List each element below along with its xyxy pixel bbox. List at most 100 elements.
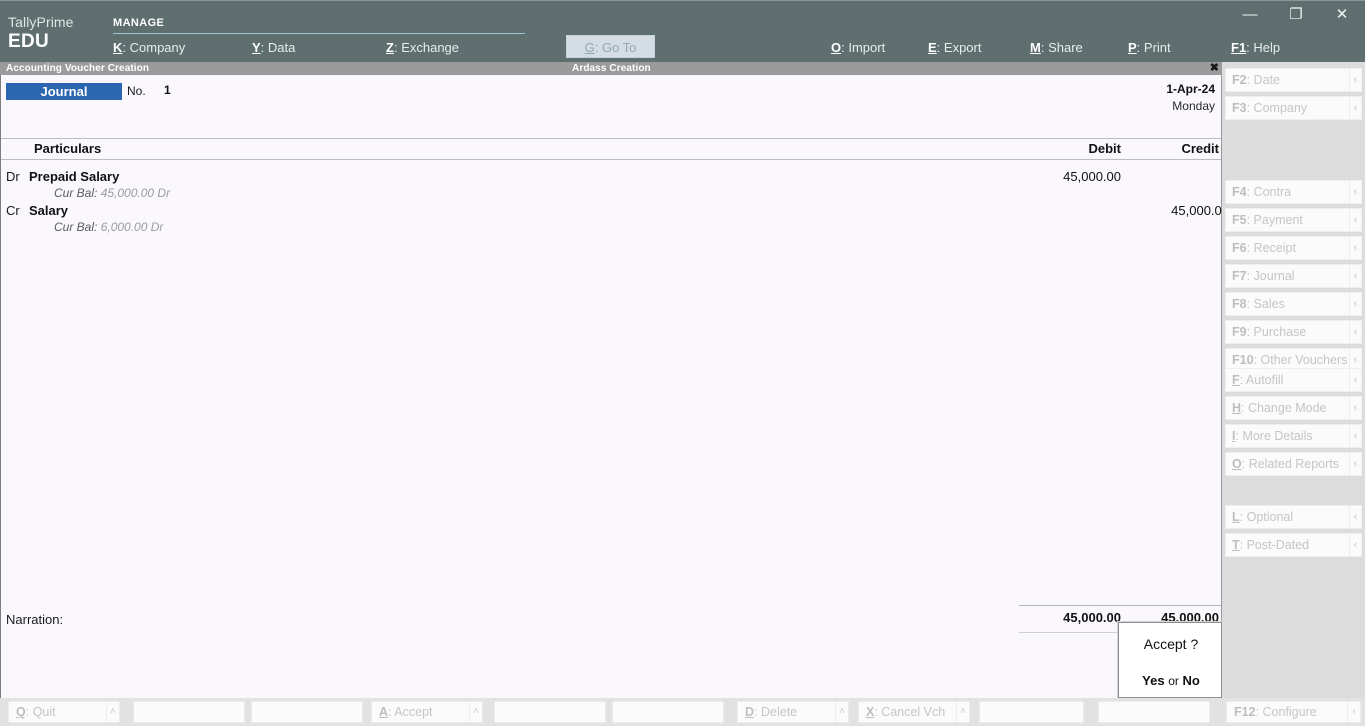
maximize-icon[interactable]: ❐: [1274, 2, 1318, 28]
top-menu-item-print[interactable]: P: Print: [1128, 40, 1171, 55]
accept-yes-button[interactable]: Yes: [1142, 673, 1164, 688]
voucher-entry-row[interactable]: Dr Prepaid Salary 45,000.00: [1, 169, 1221, 186]
sidebar-button-label: F4: Contra: [1226, 185, 1349, 199]
sidebar-label-text: Date: [1253, 73, 1280, 87]
entry-current-balance: Cur Bal: 6,000.00 Dr: [54, 220, 163, 234]
chevron-left-icon[interactable]: ‹: [1349, 369, 1361, 391]
sidebar-label-text: Company: [1253, 101, 1308, 115]
sidebar-hotkey: H: [1232, 401, 1242, 415]
chevron-left-icon[interactable]: ‹: [1349, 69, 1361, 91]
chevron-left-icon[interactable]: ‹: [1349, 181, 1361, 203]
menu-label: Company: [129, 40, 186, 55]
chevron-left-icon[interactable]: ‹: [1349, 321, 1361, 343]
bottom-button-configure[interactable]: F12: Configure ‹: [1226, 701, 1361, 723]
voucher-date[interactable]: 1-Apr-24: [1166, 82, 1215, 96]
sidebar-button-contra[interactable]: F4: Contra ‹: [1225, 180, 1362, 204]
sidebar-button-more-details[interactable]: I: More Details ‹: [1225, 424, 1362, 448]
bottom-button-empty-9: [1098, 701, 1210, 723]
bottom-button-accept[interactable]: A: Accept ˄: [371, 701, 483, 723]
sidebar-function-key: F5: [1232, 213, 1247, 227]
entry-ledger-name[interactable]: Prepaid Salary: [29, 169, 119, 184]
chevron-left-icon[interactable]: ‹: [1347, 702, 1360, 722]
chevron-left-icon[interactable]: ‹: [1349, 534, 1361, 556]
chevron-left-icon[interactable]: ‹: [1349, 425, 1361, 447]
top-menu-item-data[interactable]: Y: Data: [252, 40, 295, 55]
sidebar-button-optional[interactable]: L: Optional ‹: [1225, 505, 1362, 529]
top-menu-item-export[interactable]: E: Export: [928, 40, 981, 55]
sidebar-button-receipt[interactable]: F6: Receipt ‹: [1225, 236, 1362, 260]
sidebar-function-key: F9: [1232, 325, 1247, 339]
sidebar-label-text: Receipt: [1253, 241, 1296, 255]
screen-title: Accounting Voucher Creation: [6, 63, 150, 74]
bottom-button-quit[interactable]: Q: Quit ˄: [8, 701, 120, 723]
sidebar-button-post-dated[interactable]: T: Post-Dated ‹: [1225, 533, 1362, 557]
close-screen-icon[interactable]: ✖: [1210, 61, 1219, 75]
entry-ledger-name[interactable]: Salary: [29, 203, 68, 218]
goto-button[interactable]: G: Go To: [566, 35, 655, 58]
menu-label: Import: [848, 40, 886, 55]
manage-underline: [113, 33, 525, 34]
chevron-left-icon[interactable]: ‹: [1349, 397, 1361, 419]
topbar-top-edge: [0, 0, 1365, 4]
right-button-panel: F2: Date ‹ F3: Company ‹ F4: Contra ‹ F5: Paym…: [1222, 62, 1365, 698]
minimize-icon[interactable]: —: [1228, 2, 1272, 28]
chevron-left-icon[interactable]: ‹: [1349, 237, 1361, 259]
accept-no-button[interactable]: No: [1183, 673, 1200, 688]
chevron-left-icon[interactable]: ‹: [1349, 97, 1361, 119]
sidebar-button-label: F: Autofill: [1226, 373, 1349, 387]
sidebar-button-change-mode[interactable]: H: Change Mode ‹: [1225, 396, 1362, 420]
sidebar-button-label: L: Optional: [1226, 510, 1349, 524]
voucher-day: Monday: [1172, 99, 1215, 113]
chevron-up-icon[interactable]: ˄: [956, 702, 969, 722]
sidebar-button-company[interactable]: F3: Company ‹: [1225, 96, 1362, 120]
sidebar-button-purchase[interactable]: F9: Purchase ‹: [1225, 320, 1362, 344]
sidebar-label-text: Journal: [1253, 269, 1295, 283]
tallyprime-window: TallyPrime EDU MANAGE K: Company Y: Data Z…: [0, 0, 1365, 726]
sidebar-button-date[interactable]: F2: Date ‹: [1225, 68, 1362, 92]
voucher-entry-row[interactable]: Cr Salary 45,000.00: [1, 203, 1229, 220]
sidebar-separator: :: [1246, 213, 1254, 227]
chevron-up-icon[interactable]: ˄: [106, 702, 119, 722]
menu-hotkey: M: [1030, 40, 1041, 55]
totals-rule-top: [1019, 605, 1221, 606]
chevron-left-icon[interactable]: ‹: [1349, 453, 1361, 475]
menu-label: Share: [1048, 40, 1083, 55]
sidebar-label-text: Change Mode: [1247, 401, 1327, 415]
chevron-left-icon[interactable]: ‹: [1349, 209, 1361, 231]
chevron-left-icon[interactable]: ‹: [1349, 265, 1361, 287]
chevron-left-icon[interactable]: ‹: [1349, 506, 1361, 528]
top-menu-item-import[interactable]: O: Import: [831, 40, 885, 55]
bottom-label-text: Cancel Vch: [881, 705, 946, 719]
chevron-up-icon[interactable]: ˄: [835, 702, 848, 722]
voucher-type-badge[interactable]: Journal: [6, 83, 122, 100]
voucher-number-value[interactable]: 1: [164, 83, 171, 97]
narration-field[interactable]: Narration:: [6, 612, 63, 627]
chevron-left-icon[interactable]: ‹: [1349, 293, 1361, 315]
sidebar-separator: :: [1246, 325, 1254, 339]
chevron-up-icon[interactable]: ˄: [469, 702, 482, 722]
top-menu-item-exchange[interactable]: Z: Exchange: [386, 40, 459, 55]
top-menu-item-share[interactable]: M: Share: [1030, 40, 1083, 55]
sidebar-button-payment[interactable]: F5: Payment ‹: [1225, 208, 1362, 232]
top-menu-item-help[interactable]: F1: Help: [1231, 40, 1280, 55]
menu-label: Print: [1143, 40, 1171, 55]
entry-debit-amount[interactable]: 45,000.00: [1011, 169, 1121, 184]
sidebar-label-text: Contra: [1253, 185, 1292, 199]
sidebar-function-key: F10: [1232, 353, 1254, 367]
sidebar-button-autofill[interactable]: F: Autofill ‹: [1225, 368, 1362, 392]
sidebar-button-sales[interactable]: F8: Sales ‹: [1225, 292, 1362, 316]
sidebar-button-journal[interactable]: F7: Journal ‹: [1225, 264, 1362, 288]
sidebar-separator: :: [1241, 401, 1248, 415]
bottom-button-label: A: Accept: [372, 705, 469, 719]
close-icon[interactable]: ✕: [1320, 2, 1364, 28]
column-header-particulars: Particulars: [34, 141, 102, 156]
sidebar-button-related-reports[interactable]: O: Related Reports ‹: [1225, 452, 1362, 476]
top-menu-item-company[interactable]: K: Company: [113, 40, 185, 55]
bottom-button-cancel-vch[interactable]: X: Cancel Vch ˄: [858, 701, 970, 723]
bottom-label-text: Delete: [760, 705, 798, 719]
sidebar-button-label: F5: Payment: [1226, 213, 1349, 227]
sidebar-hotkey: L: [1232, 510, 1240, 524]
bottom-button-delete[interactable]: D: Delete ˄: [737, 701, 849, 723]
voucher-entry-panel: Journal No. 1 1-Apr-24 Monday Particular…: [0, 75, 1229, 698]
entry-credit-amount[interactable]: 45,000.00: [1119, 203, 1229, 218]
